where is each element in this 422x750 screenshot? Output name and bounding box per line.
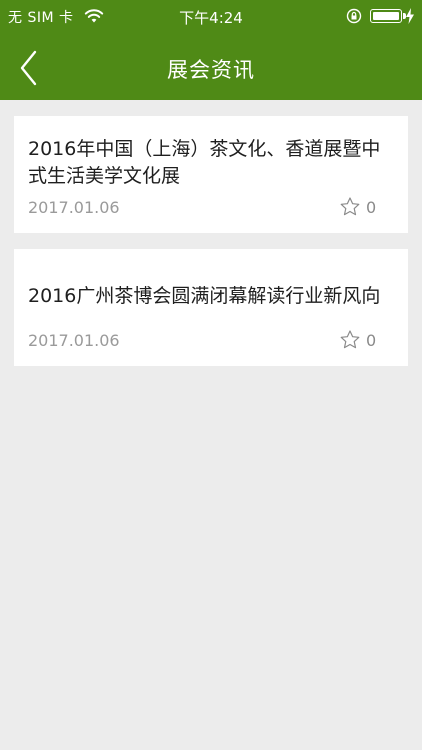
news-item[interactable]: 2016年中国（上海）茶文化、香道展暨中式生活美学文化展 2017.01.06 … [14, 116, 408, 233]
charging-icon [406, 8, 414, 24]
header: 无 SIM 卡 下午4:24 展会资讯 [0, 0, 422, 100]
news-date: 2017.01.06 [28, 198, 120, 217]
battery-icon [370, 9, 406, 23]
news-item[interactable]: 2016广州茶博会圆满闭幕解读行业新风向 2017.01.06 0 [14, 249, 408, 366]
news-date: 2017.01.06 [28, 331, 120, 350]
favorite-count: 0 [366, 198, 377, 217]
favorite-count: 0 [366, 331, 377, 350]
nav-bar: 展会资讯 [0, 36, 422, 100]
star-icon[interactable] [339, 329, 361, 351]
page-title: 展会资讯 [167, 58, 255, 82]
status-bar: 无 SIM 卡 下午4:24 [0, 0, 422, 36]
orientation-lock-icon [346, 8, 362, 24]
news-title: 2016年中国（上海）茶文化、香道展暨中式生活美学文化展 [28, 138, 381, 187]
news-title: 2016广州茶博会圆满闭幕解读行业新风向 [28, 285, 381, 307]
star-icon[interactable] [339, 196, 361, 218]
